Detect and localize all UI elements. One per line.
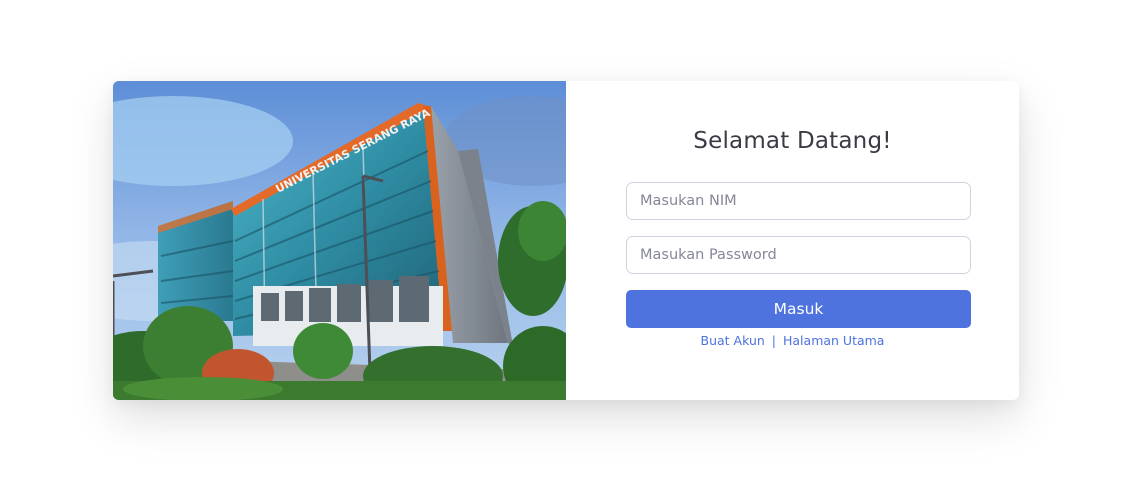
nim-input[interactable] [626, 182, 971, 220]
login-form-panel: Selamat Datang! Masuk Buat Akun | Halama… [566, 81, 1019, 400]
password-input[interactable] [626, 236, 971, 274]
footer-links: Buat Akun | Halaman Utama [566, 333, 1019, 348]
login-card: UNIVERSITAS SERANG RAYA Selamat Datang! … [113, 81, 1019, 400]
link-separator: | [771, 333, 777, 348]
home-link[interactable]: Halaman Utama [783, 333, 884, 348]
register-link[interactable]: Buat Akun [701, 333, 765, 348]
login-button[interactable]: Masuk [626, 290, 971, 328]
campus-building-image: UNIVERSITAS SERANG RAYA [113, 81, 566, 400]
page-title: Selamat Datang! [693, 128, 892, 154]
